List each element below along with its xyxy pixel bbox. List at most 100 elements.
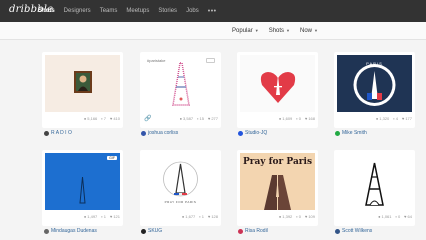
shot-card[interactable]: PARIS ●1,320 ▪4 ♥177 xyxy=(334,52,415,128)
comments-count: 0 xyxy=(298,214,301,219)
shot-hashtag: #paristake xyxy=(147,58,166,63)
comment-icon: ▪ xyxy=(101,116,103,121)
shot-thumbnail[interactable]: Pray for Paris xyxy=(240,153,315,210)
comment-icon: ▪ xyxy=(199,214,201,219)
eye-icon: ● xyxy=(179,116,183,121)
shot-thumbnail[interactable]: PARIS xyxy=(337,55,412,112)
shot-author[interactable]: joshua corliss xyxy=(141,130,178,136)
heart-icon: ♥ xyxy=(207,214,211,219)
nav-jobs[interactable]: Jobs xyxy=(186,8,199,14)
eiffel-tower-illustration xyxy=(172,62,190,106)
avatar xyxy=(141,228,146,234)
shot-author[interactable]: Mindaugas Dudenas xyxy=(44,228,97,234)
eye-icon: ● xyxy=(278,116,282,121)
eye-icon: ● xyxy=(375,116,379,121)
comment-icon: ▪ xyxy=(296,214,298,219)
shot-card[interactable]: PRAY FOR PARIS ●1,677 ▪1 ♥128 xyxy=(140,150,221,226)
comment-icon: ▪ xyxy=(395,214,397,219)
views-count: 1,061 xyxy=(381,214,392,219)
shot-stats: ●5,166 ▪7 ♥410 xyxy=(80,116,120,121)
likes-count: 109 xyxy=(308,214,315,219)
avatar xyxy=(335,228,340,234)
shot-thumbnail[interactable] xyxy=(337,153,412,210)
shot-author[interactable]: Mike Smith xyxy=(335,130,367,136)
author-name: Studio-JQ xyxy=(245,130,268,136)
comments-count: 0 xyxy=(397,214,401,219)
shot-stats: ●1,392 ▪0 ♥109 xyxy=(275,214,315,219)
shot-author[interactable]: SKUG xyxy=(141,228,162,234)
shot-stats: ●1,609 ▪0 ♥168 xyxy=(275,116,315,121)
eye-icon: ● xyxy=(378,214,381,219)
likes-count: 168 xyxy=(308,116,315,121)
shot-stats: ●1,497 ▪1 ♥121 xyxy=(80,214,120,219)
attachment-icon xyxy=(206,58,215,63)
eiffel-tower-illustration xyxy=(79,176,86,204)
views-count: 1,677 xyxy=(185,214,196,219)
chevron-down-icon: ▼ xyxy=(314,28,318,33)
views-count: 1,609 xyxy=(282,116,293,121)
nav-teams[interactable]: Teams xyxy=(100,8,118,14)
shot-author[interactable]: Risa Rodil xyxy=(238,228,268,234)
filter-type-dropdown[interactable]: Shots ▼ xyxy=(269,28,290,34)
eye-icon: ● xyxy=(278,214,282,219)
filter-time-dropdown[interactable]: Now ▼ xyxy=(300,28,318,34)
shot-author[interactable]: Studio-JQ xyxy=(238,130,267,136)
heart-icon: ♥ xyxy=(404,214,407,219)
eye-icon: ● xyxy=(83,214,87,219)
author-name: Mindaugas Dudenas xyxy=(51,228,97,234)
filter-sort-dropdown[interactable]: Popular ▼ xyxy=(232,28,259,34)
comment-icon: ▪ xyxy=(296,116,298,121)
shot-card[interactable]: #paristake 🔗 ●3,587 ▪15 ♥277 xyxy=(140,52,221,128)
heart-icon: ♥ xyxy=(109,116,113,121)
likes-count: 177 xyxy=(405,116,412,121)
shot-thumbnail[interactable]: #paristake xyxy=(143,55,218,112)
eye-icon: ● xyxy=(83,116,87,121)
shot-thumbnail[interactable]: PRAY FOR PARIS xyxy=(143,153,218,210)
main-nav: Shots Designers Teams Meetups Stories Jo… xyxy=(38,0,217,22)
views-count: 5,166 xyxy=(87,116,98,121)
views-count: 3,587 xyxy=(183,116,194,121)
heart-icon: ♥ xyxy=(401,116,405,121)
eye-icon: ● xyxy=(181,214,185,219)
shot-card[interactable]: ●1,061 ▪0 ♥64 xyxy=(334,150,415,226)
shot-card[interactable]: ●5,166 ▪7 ♥410 xyxy=(42,52,123,128)
views-count: 1,392 xyxy=(282,214,293,219)
author-name: SKUG xyxy=(148,228,163,234)
shot-stats: ●1,061 ▪0 ♥64 xyxy=(374,214,412,219)
chevron-down-icon: ▼ xyxy=(254,28,259,33)
avatar xyxy=(141,130,146,136)
shot-thumbnail[interactable] xyxy=(240,55,315,112)
heart-icon: ♥ xyxy=(304,214,308,219)
comment-icon: ▪ xyxy=(101,214,103,219)
shot-card[interactable]: ●1,609 ▪0 ♥168 xyxy=(237,52,318,128)
comments-count: 1 xyxy=(201,214,204,219)
avatar xyxy=(44,228,49,234)
shot-card[interactable]: GIF ●1,497 ▪1 ♥121 xyxy=(42,150,123,226)
comments-count: 0 xyxy=(298,116,301,121)
nav-meetups[interactable]: Meetups xyxy=(126,8,149,14)
comments-count: 15 xyxy=(199,116,204,121)
shot-thumbnail[interactable] xyxy=(45,55,120,112)
nav-shots[interactable]: Shots xyxy=(38,8,55,14)
nav-designers[interactable]: Designers xyxy=(64,8,91,14)
likes-count: 128 xyxy=(211,214,218,219)
avatar xyxy=(238,130,243,136)
filter-sort-label: Popular xyxy=(232,28,253,34)
shot-thumbnail[interactable]: GIF xyxy=(45,153,120,210)
shot-author[interactable]: Scott Wilkens xyxy=(335,228,372,234)
comments-count: 4 xyxy=(395,116,398,121)
more-menu-icon[interactable]: ••• xyxy=(208,8,217,15)
shot-stats: ●1,677 ▪1 ♥128 xyxy=(178,214,218,219)
comments-count: 7 xyxy=(103,116,106,121)
shot-caption: PARIS xyxy=(366,61,383,66)
shot-author[interactable]: R A D I O xyxy=(44,130,72,136)
likes-count: 277 xyxy=(211,116,218,121)
link-icon[interactable]: 🔗 xyxy=(144,115,151,122)
heart-eiffel-illustration xyxy=(260,72,296,103)
gif-badge: GIF xyxy=(107,156,117,160)
top-navigation-bar: dribbble Shots Designers Teams Meetups S… xyxy=(0,0,426,22)
nav-stories[interactable]: Stories xyxy=(158,8,177,14)
shot-card[interactable]: Pray for Paris ●1,392 ▪0 ♥109 xyxy=(237,150,318,226)
filter-bar: Popular ▼ Shots ▼ Now ▼ xyxy=(0,22,426,40)
views-count: 1,497 xyxy=(87,214,98,219)
